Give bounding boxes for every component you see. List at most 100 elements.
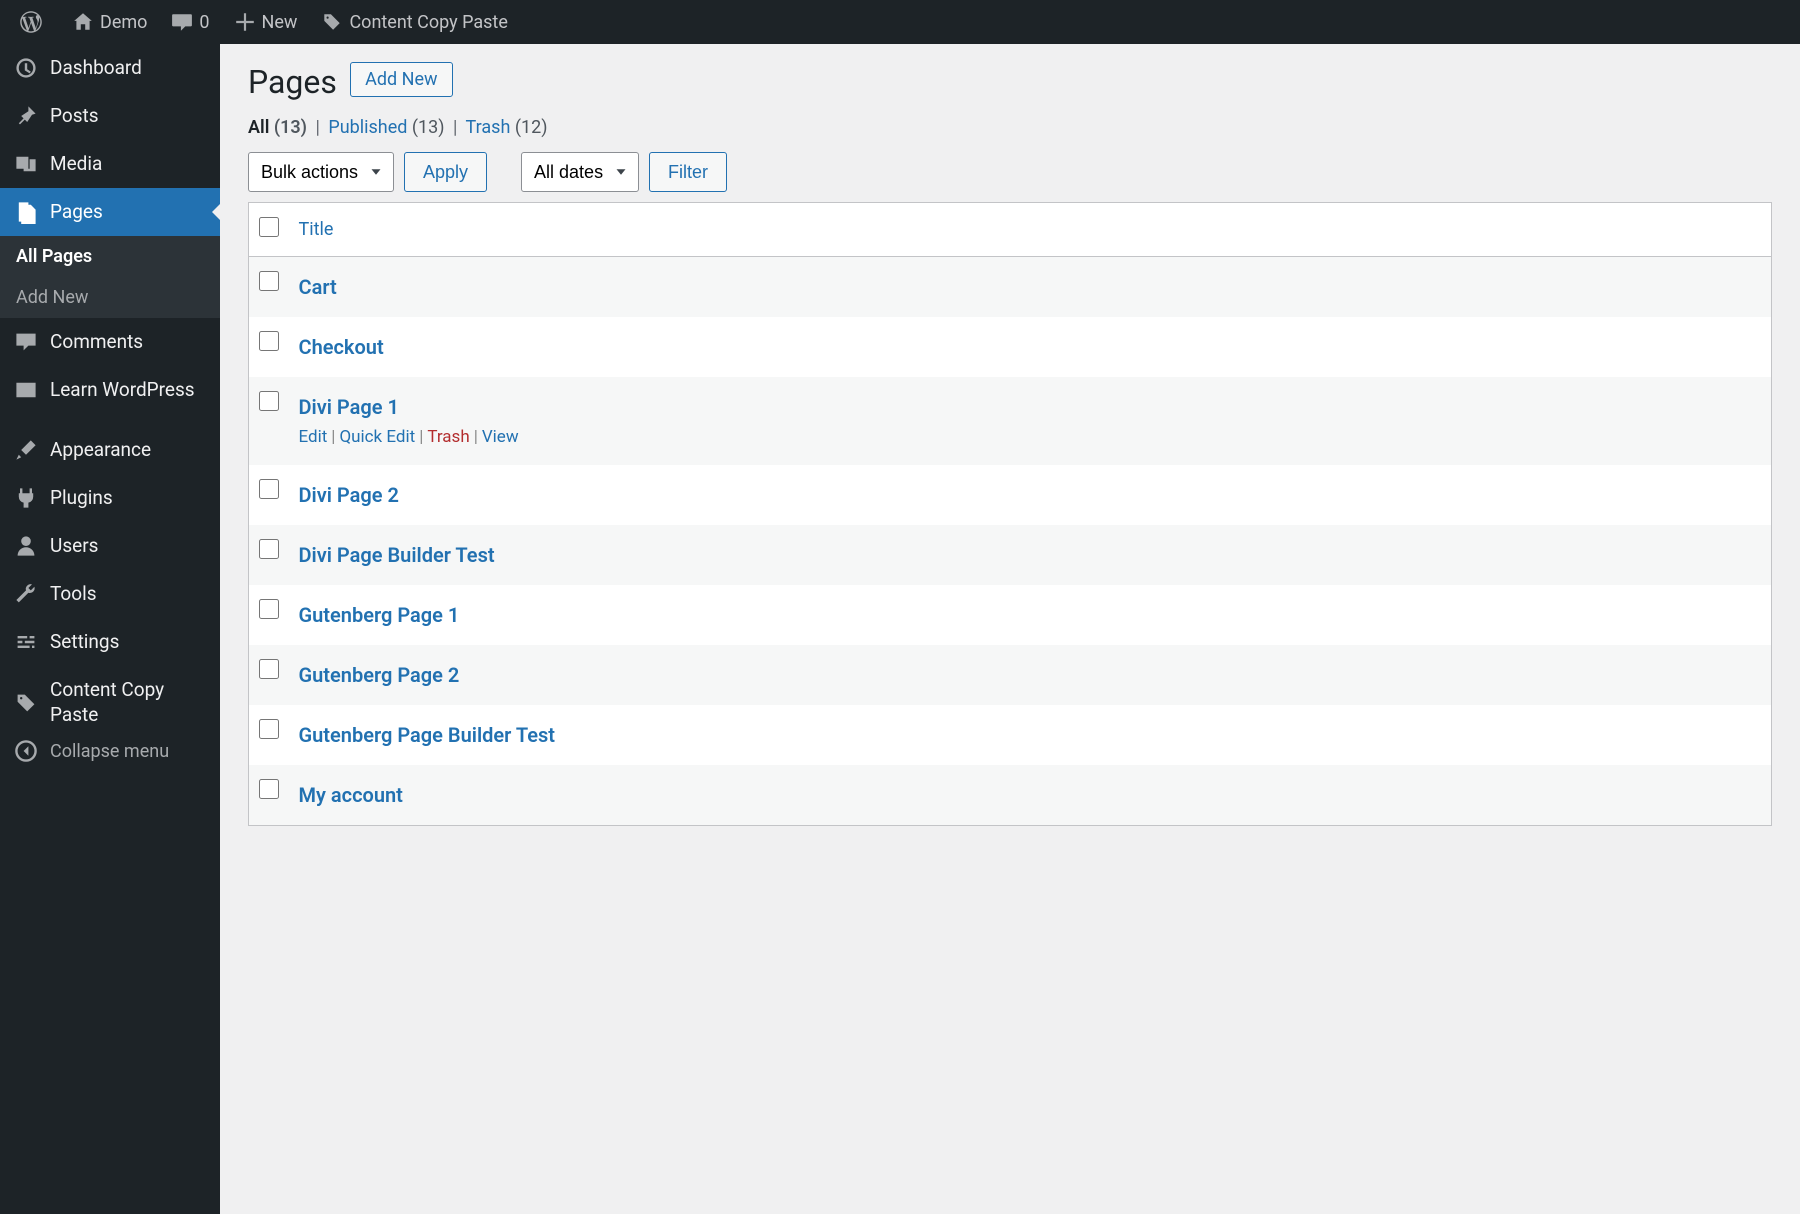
collapse-icon bbox=[14, 739, 38, 763]
row-checkbox[interactable] bbox=[259, 719, 279, 739]
site-name-menu[interactable]: Demo bbox=[60, 0, 159, 44]
sidebar-item-label: Appearance bbox=[50, 438, 206, 463]
action-edit[interactable]: Edit bbox=[299, 427, 328, 447]
brush-icon bbox=[14, 438, 38, 462]
row-check-cell bbox=[249, 257, 289, 318]
filter-published-count: (13) bbox=[412, 117, 445, 138]
admin-menu: Dashboard Posts Media Pages All PagesAdd New… bbox=[0, 44, 220, 1214]
sidebar-item-label: Plugins bbox=[50, 486, 206, 511]
page-title-link[interactable]: Divi Page 1 bbox=[299, 395, 399, 419]
table-row: Gutenberg Page 2 bbox=[249, 645, 1772, 705]
row-actions: Edit|Quick Edit|Trash|View bbox=[299, 427, 1762, 447]
table-row: Cart bbox=[249, 257, 1772, 318]
sidebar-item-label: Posts bbox=[50, 104, 206, 129]
sidebar-item-dashboard[interactable]: Dashboard bbox=[0, 44, 220, 92]
media-icon bbox=[14, 152, 38, 176]
sidebar-item-label: Users bbox=[50, 534, 206, 559]
user-icon bbox=[14, 534, 38, 558]
comments-icon bbox=[171, 11, 193, 33]
filter-published[interactable]: Published (13) bbox=[328, 117, 449, 138]
action-view[interactable]: View bbox=[482, 427, 519, 447]
sidebar-item-ccp[interactable]: Content Copy Paste bbox=[0, 678, 220, 727]
filter-all[interactable]: All (13) bbox=[248, 117, 311, 138]
sidebar-item-label: Settings bbox=[50, 630, 206, 655]
sidebar-item-media[interactable]: Media bbox=[0, 140, 220, 188]
row-check-cell bbox=[249, 317, 289, 377]
comments-menu[interactable]: 0 bbox=[159, 0, 221, 44]
page-title-link[interactable]: Gutenberg Page 1 bbox=[299, 603, 460, 627]
sidebar-item-label: Learn WordPress bbox=[50, 378, 206, 403]
wrench-icon bbox=[14, 582, 38, 606]
row-checkbox[interactable] bbox=[259, 659, 279, 679]
action-quick-edit[interactable]: Quick Edit bbox=[339, 427, 415, 447]
sidebar-item-posts[interactable]: Posts bbox=[0, 92, 220, 140]
sidebar-item-plugins[interactable]: Plugins bbox=[0, 474, 220, 522]
wp-logo-menu[interactable] bbox=[8, 0, 60, 44]
page-body: Pages Add New All (13) | Published (13) … bbox=[220, 44, 1800, 1214]
sidebar-item-label: Pages bbox=[50, 200, 206, 225]
collapse-label: Collapse menu bbox=[50, 741, 169, 762]
action-trash[interactable]: Trash bbox=[427, 427, 469, 447]
page-title-link[interactable]: My account bbox=[299, 783, 403, 807]
content-copy-paste-link[interactable]: Content Copy Paste bbox=[309, 0, 519, 44]
table-row: My account bbox=[249, 765, 1772, 826]
sidebar-item-pages[interactable]: Pages bbox=[0, 188, 220, 236]
select-all-checkbox[interactable] bbox=[259, 217, 279, 237]
page-title-link[interactable]: Cart bbox=[299, 275, 337, 299]
content-wrap: Pages Add New All (13) | Published (13) … bbox=[220, 44, 1800, 826]
row-checkbox[interactable] bbox=[259, 331, 279, 351]
page-title-link[interactable]: Checkout bbox=[299, 335, 384, 359]
sidebar-item-label: Tools bbox=[50, 582, 206, 607]
title-cell: Gutenberg Page 1 bbox=[289, 585, 1772, 645]
row-checkbox[interactable] bbox=[259, 539, 279, 559]
sliders-icon bbox=[14, 630, 38, 654]
row-checkbox[interactable] bbox=[259, 479, 279, 499]
title-cell: Cart bbox=[289, 257, 1772, 318]
title-col-header[interactable]: Title bbox=[289, 203, 1772, 257]
plug-icon bbox=[14, 486, 38, 510]
row-checkbox[interactable] bbox=[259, 271, 279, 291]
page-title-link[interactable]: Divi Page 2 bbox=[299, 483, 399, 507]
row-check-cell bbox=[249, 645, 289, 705]
tag-icon bbox=[321, 11, 343, 33]
tags-icon bbox=[14, 691, 38, 715]
ccp-label: Content Copy Paste bbox=[349, 12, 507, 33]
submenu-item[interactable]: Add New bbox=[0, 277, 220, 318]
title-cell: My account bbox=[289, 765, 1772, 826]
submenu-pages: All PagesAdd New bbox=[0, 236, 220, 318]
submenu-item[interactable]: All Pages bbox=[0, 236, 220, 277]
sidebar-item-tools[interactable]: Tools bbox=[0, 570, 220, 618]
filter-all-label: All bbox=[248, 117, 269, 138]
apply-button[interactable]: Apply bbox=[404, 152, 487, 192]
video-icon bbox=[14, 378, 38, 402]
table-row: Gutenberg Page Builder Test bbox=[249, 705, 1772, 765]
date-filter-select[interactable]: All dates bbox=[521, 152, 639, 192]
pin-icon bbox=[14, 104, 38, 128]
collapse-menu-button[interactable]: Collapse menu bbox=[0, 727, 220, 775]
separator: | bbox=[315, 117, 319, 138]
new-content-menu[interactable]: New bbox=[222, 0, 310, 44]
bulk-actions-select[interactable]: Bulk actions bbox=[248, 152, 394, 192]
page-title-link[interactable]: Gutenberg Page Builder Test bbox=[299, 723, 555, 747]
pages-table: Title Cart Checkout Divi Page 1 Edit|Quick … bbox=[248, 202, 1772, 826]
title-cell: Divi Page Builder Test bbox=[289, 525, 1772, 585]
row-checkbox[interactable] bbox=[259, 599, 279, 619]
row-checkbox[interactable] bbox=[259, 779, 279, 799]
filter-button[interactable]: Filter bbox=[649, 152, 727, 192]
plus-icon bbox=[234, 11, 256, 33]
add-new-button[interactable]: Add New bbox=[350, 62, 452, 97]
comment-icon bbox=[14, 330, 38, 354]
comments-count: 0 bbox=[199, 12, 209, 33]
sidebar-item-settings[interactable]: Settings bbox=[0, 618, 220, 666]
page-title-link[interactable]: Gutenberg Page 2 bbox=[299, 663, 460, 687]
sidebar-item-appearance[interactable]: Appearance bbox=[0, 426, 220, 474]
filter-trash[interactable]: Trash (12) bbox=[466, 117, 548, 138]
sidebar-item-label: Comments bbox=[50, 330, 206, 355]
wordpress-logo-icon bbox=[20, 11, 42, 33]
page-title-link[interactable]: Divi Page Builder Test bbox=[299, 543, 495, 567]
sidebar-item-users[interactable]: Users bbox=[0, 522, 220, 570]
sidebar-item-comments[interactable]: Comments bbox=[0, 318, 220, 366]
table-row: Divi Page 2 bbox=[249, 465, 1772, 525]
row-checkbox[interactable] bbox=[259, 391, 279, 411]
sidebar-item-learn[interactable]: Learn WordPress bbox=[0, 366, 220, 414]
